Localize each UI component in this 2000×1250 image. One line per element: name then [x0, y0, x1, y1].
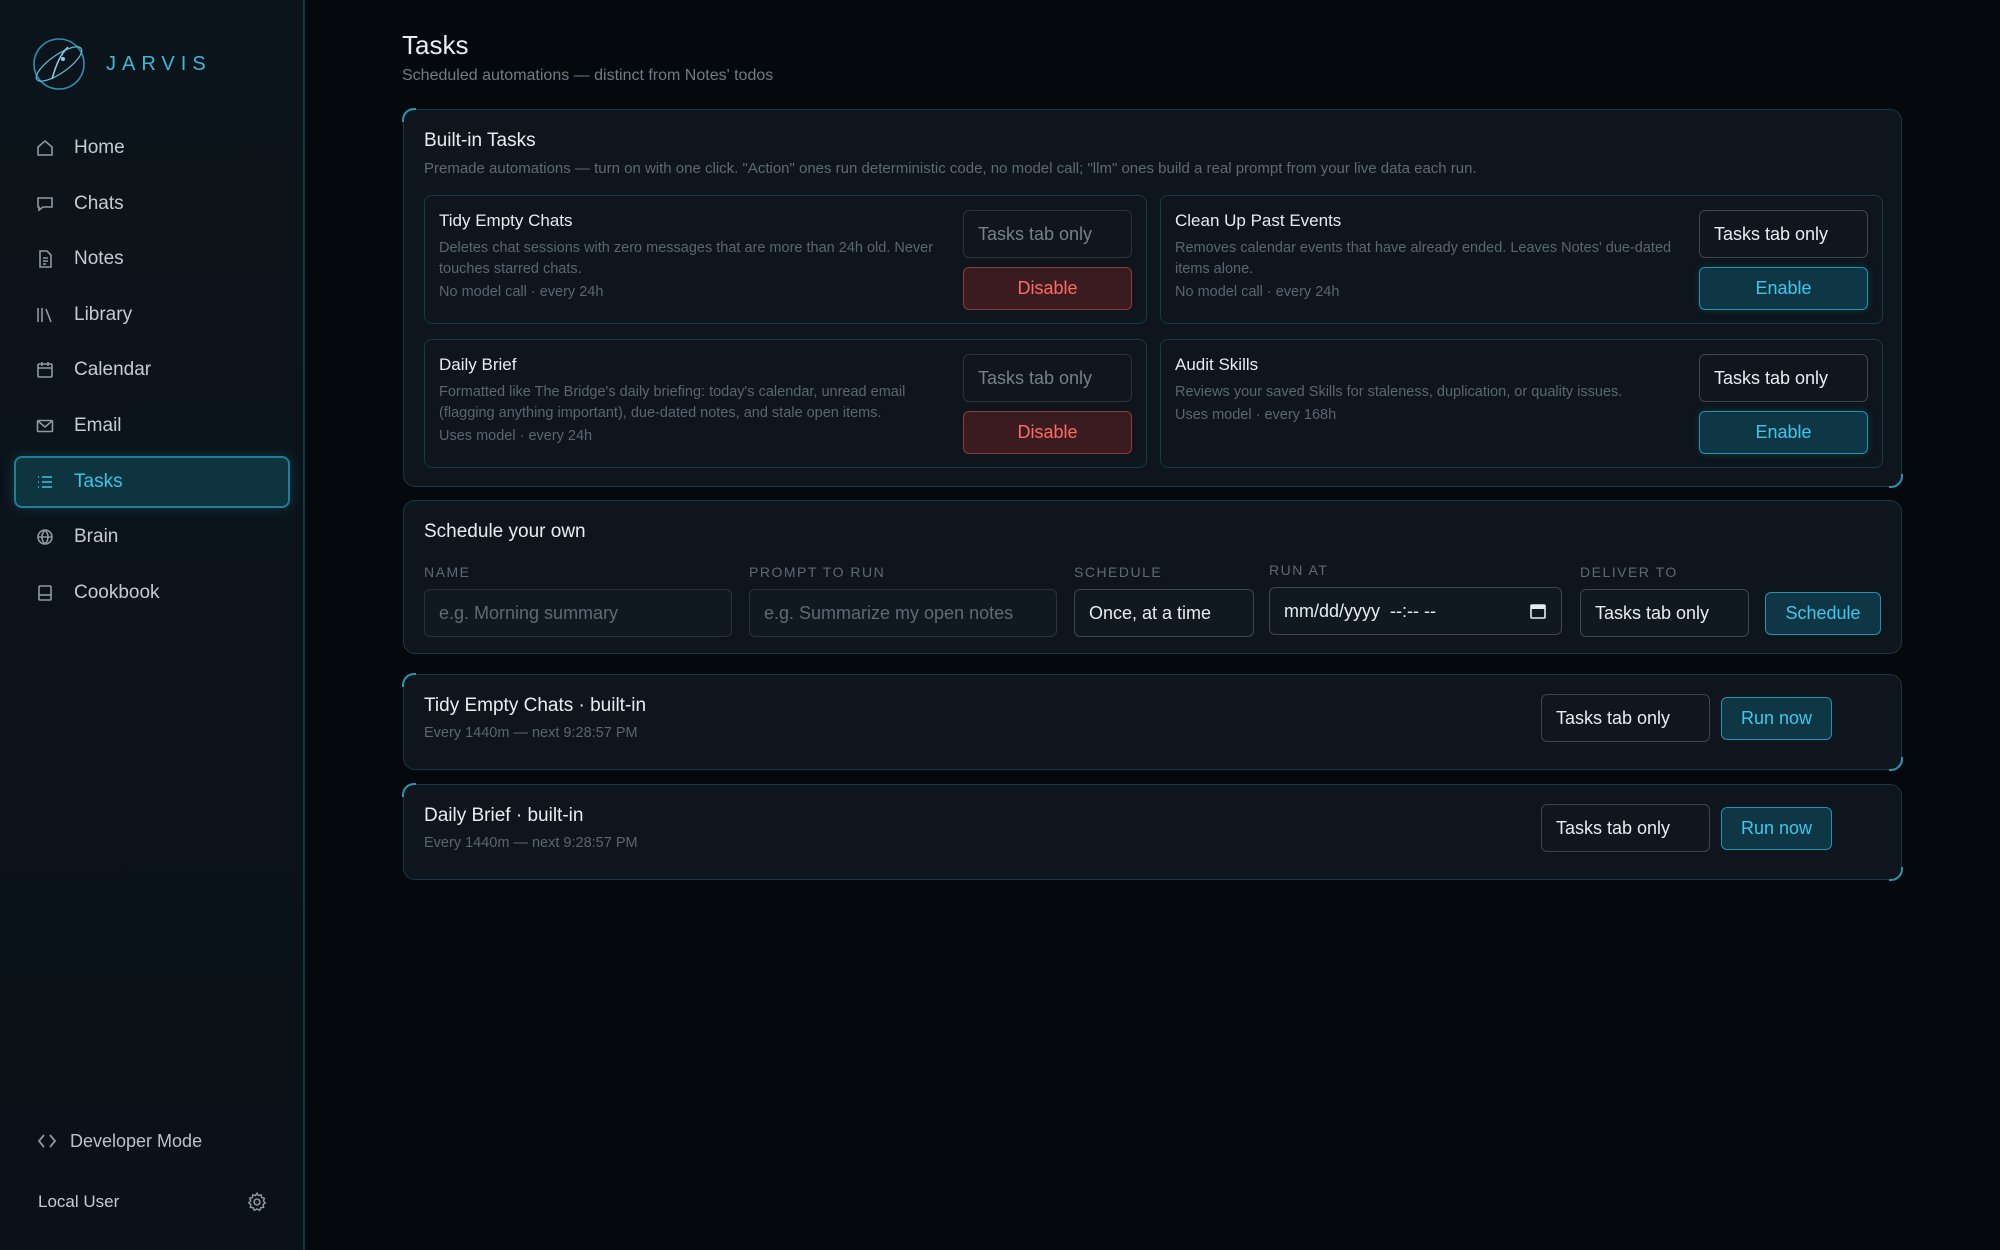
- sidebar-item-cookbook[interactable]: Cookbook: [14, 567, 290, 619]
- deliver-to-label: DELIVER TO: [1580, 564, 1678, 580]
- builtin-tasks-card: Built-in Tasks Premade automations — tur…: [402, 108, 1903, 488]
- builtin-task-name: Audit Skills: [1175, 355, 1259, 374]
- library-icon: [34, 304, 56, 326]
- builtin-task-card: Clean Up Past Events Removes calendar ev…: [1160, 195, 1883, 324]
- page-title: Tasks: [402, 30, 469, 60]
- prompt-label: PROMPT TO RUN: [749, 564, 886, 580]
- scheduled-task-name: Tidy Empty Chats · built-in: [424, 695, 647, 716]
- cookbook-icon: [34, 582, 56, 604]
- builtin-task-description: Removes calendar events that have alread…: [1175, 240, 1672, 277]
- calendar-icon: [34, 359, 56, 381]
- builtin-task-description: Deletes chat sessions with zero messages…: [439, 240, 934, 277]
- builtin-task-card: Daily Brief Formatted like The Bridge's …: [424, 339, 1147, 468]
- schedule-select[interactable]: Once, at a time: [1074, 589, 1254, 637]
- prompt-input[interactable]: e.g. Summarize my open notes: [749, 589, 1057, 637]
- orbit-logo-icon: [33, 38, 85, 90]
- deliver-to-select[interactable]: Tasks tab only: [1580, 589, 1749, 637]
- sidebar-item-label: Tasks: [74, 470, 123, 492]
- scheduled-task-meta: Every 1440m — next 9:28:57 PM: [424, 835, 638, 851]
- run-now-button[interactable]: Run now: [1721, 697, 1832, 740]
- sidebar-item-label: Email: [74, 414, 122, 436]
- schedule-label: SCHEDULE: [1074, 564, 1163, 580]
- settings-button[interactable]: [246, 1191, 270, 1215]
- enable-button[interactable]: Enable: [1699, 267, 1868, 310]
- envelope-icon: [34, 415, 56, 437]
- scheduled-task-meta: Every 1440m — next 9:28:57 PM: [424, 725, 638, 741]
- developer-mode-toggle[interactable]: Developer Mode: [36, 1130, 202, 1152]
- builtin-task-description: Formatted like The Bridge's daily briefi…: [439, 384, 906, 421]
- sidebar-item-library[interactable]: Library: [14, 289, 290, 341]
- brand-name: JARVIS: [106, 52, 212, 75]
- sidebar-item-chats[interactable]: Chats: [14, 178, 290, 230]
- sidebar-item-tasks[interactable]: Tasks: [14, 455, 290, 508]
- deliver-to-select[interactable]: Tasks tab only: [1541, 804, 1710, 852]
- scheduled-task-row: Daily Brief · built-in Every 1440m — nex…: [402, 783, 1903, 881]
- sidebar: JARVIS Home Chats Notes Library Calendar…: [0, 0, 305, 1250]
- deliver-to-select[interactable]: Tasks tab only: [1699, 354, 1868, 402]
- disable-button[interactable]: Disable: [963, 267, 1132, 310]
- builtin-task-meta: Uses model · every 168h: [1175, 407, 1337, 423]
- builtin-task-description: Reviews your saved Skills for staleness,…: [1175, 384, 1623, 400]
- run-at-label: RUN AT: [1269, 562, 1329, 578]
- scheduled-task-name: Daily Brief · built-in: [424, 805, 584, 826]
- sidebar-item-label: Cookbook: [74, 581, 160, 603]
- sidebar-item-calendar[interactable]: Calendar: [14, 344, 290, 396]
- schedule-button[interactable]: Schedule: [1765, 592, 1881, 635]
- name-label: NAME: [424, 564, 471, 580]
- builtin-task-name: Tidy Empty Chats: [439, 211, 573, 230]
- sidebar-item-email[interactable]: Email: [14, 400, 290, 452]
- page-subtitle: Scheduled automations — distinct from No…: [402, 67, 774, 84]
- run-now-button[interactable]: Run now: [1721, 807, 1832, 850]
- name-input[interactable]: e.g. Morning summary: [424, 589, 732, 637]
- builtin-task-name: Clean Up Past Events: [1175, 211, 1342, 230]
- deliver-to-select[interactable]: Tasks tab only: [963, 210, 1132, 258]
- builtin-task-meta: No model call · every 24h: [439, 284, 604, 300]
- list-icon: [34, 471, 56, 493]
- disable-button[interactable]: Disable: [963, 411, 1132, 454]
- scheduled-task-row: Tidy Empty Chats · built-in Every 1440m …: [402, 673, 1903, 771]
- developer-mode-label: Developer Mode: [70, 1130, 203, 1151]
- sidebar-item-label: Calendar: [74, 359, 152, 381]
- deliver-to-select[interactable]: Tasks tab only: [1541, 694, 1710, 742]
- brand[interactable]: JARVIS: [30, 34, 212, 94]
- deliver-to-select[interactable]: Tasks tab only: [1699, 210, 1868, 258]
- sidebar-item-label: Home: [74, 137, 125, 158]
- builtin-task-card: Audit Skills Reviews your saved Skills f…: [1160, 339, 1883, 468]
- sidebar-item-label: Library: [74, 303, 133, 325]
- sidebar-item-brain[interactable]: Brain: [14, 511, 290, 563]
- builtin-tasks-description: Premade automations — turn on with one c…: [424, 160, 1477, 177]
- builtin-tasks-title: Built-in Tasks: [424, 130, 536, 151]
- deliver-to-select[interactable]: Tasks tab only: [963, 354, 1132, 402]
- sidebar-item-label: Brain: [74, 526, 119, 548]
- brain-icon: [34, 526, 56, 548]
- sidebar-item-notes[interactable]: Notes: [14, 233, 290, 285]
- builtin-task-meta: Uses model · every 24h: [439, 428, 593, 444]
- schedule-form-title: Schedule your own: [424, 521, 586, 542]
- builtin-task-meta: No model call · every 24h: [1175, 284, 1340, 300]
- home-icon: [34, 137, 56, 159]
- run-at-value: mm/dd/yyyy --:-- --: [1284, 600, 1436, 621]
- user-name: Local User: [38, 1192, 120, 1211]
- run-at-datetime-input[interactable]: mm/dd/yyyy --:-- --: [1269, 587, 1562, 635]
- builtin-task-card: Tidy Empty Chats Deletes chat sessions w…: [424, 195, 1147, 324]
- enable-button[interactable]: Enable: [1699, 411, 1868, 454]
- sidebar-nav: Home Chats Notes Library Calendar Email …: [14, 122, 290, 622]
- note-icon: [34, 248, 56, 270]
- sidebar-item-label: Notes: [74, 248, 124, 270]
- builtin-task-name: Daily Brief: [439, 355, 517, 374]
- code-icon: [37, 1134, 57, 1148]
- schedule-form-card: Schedule your own NAME e.g. Morning summ…: [403, 500, 1902, 654]
- chat-bubble-icon: [34, 193, 56, 215]
- sidebar-item-label: Chats: [74, 192, 124, 214]
- calendar-picker-icon[interactable]: [1529, 602, 1547, 620]
- gear-icon: [247, 1191, 267, 1212]
- sidebar-item-home[interactable]: Home: [14, 122, 290, 174]
